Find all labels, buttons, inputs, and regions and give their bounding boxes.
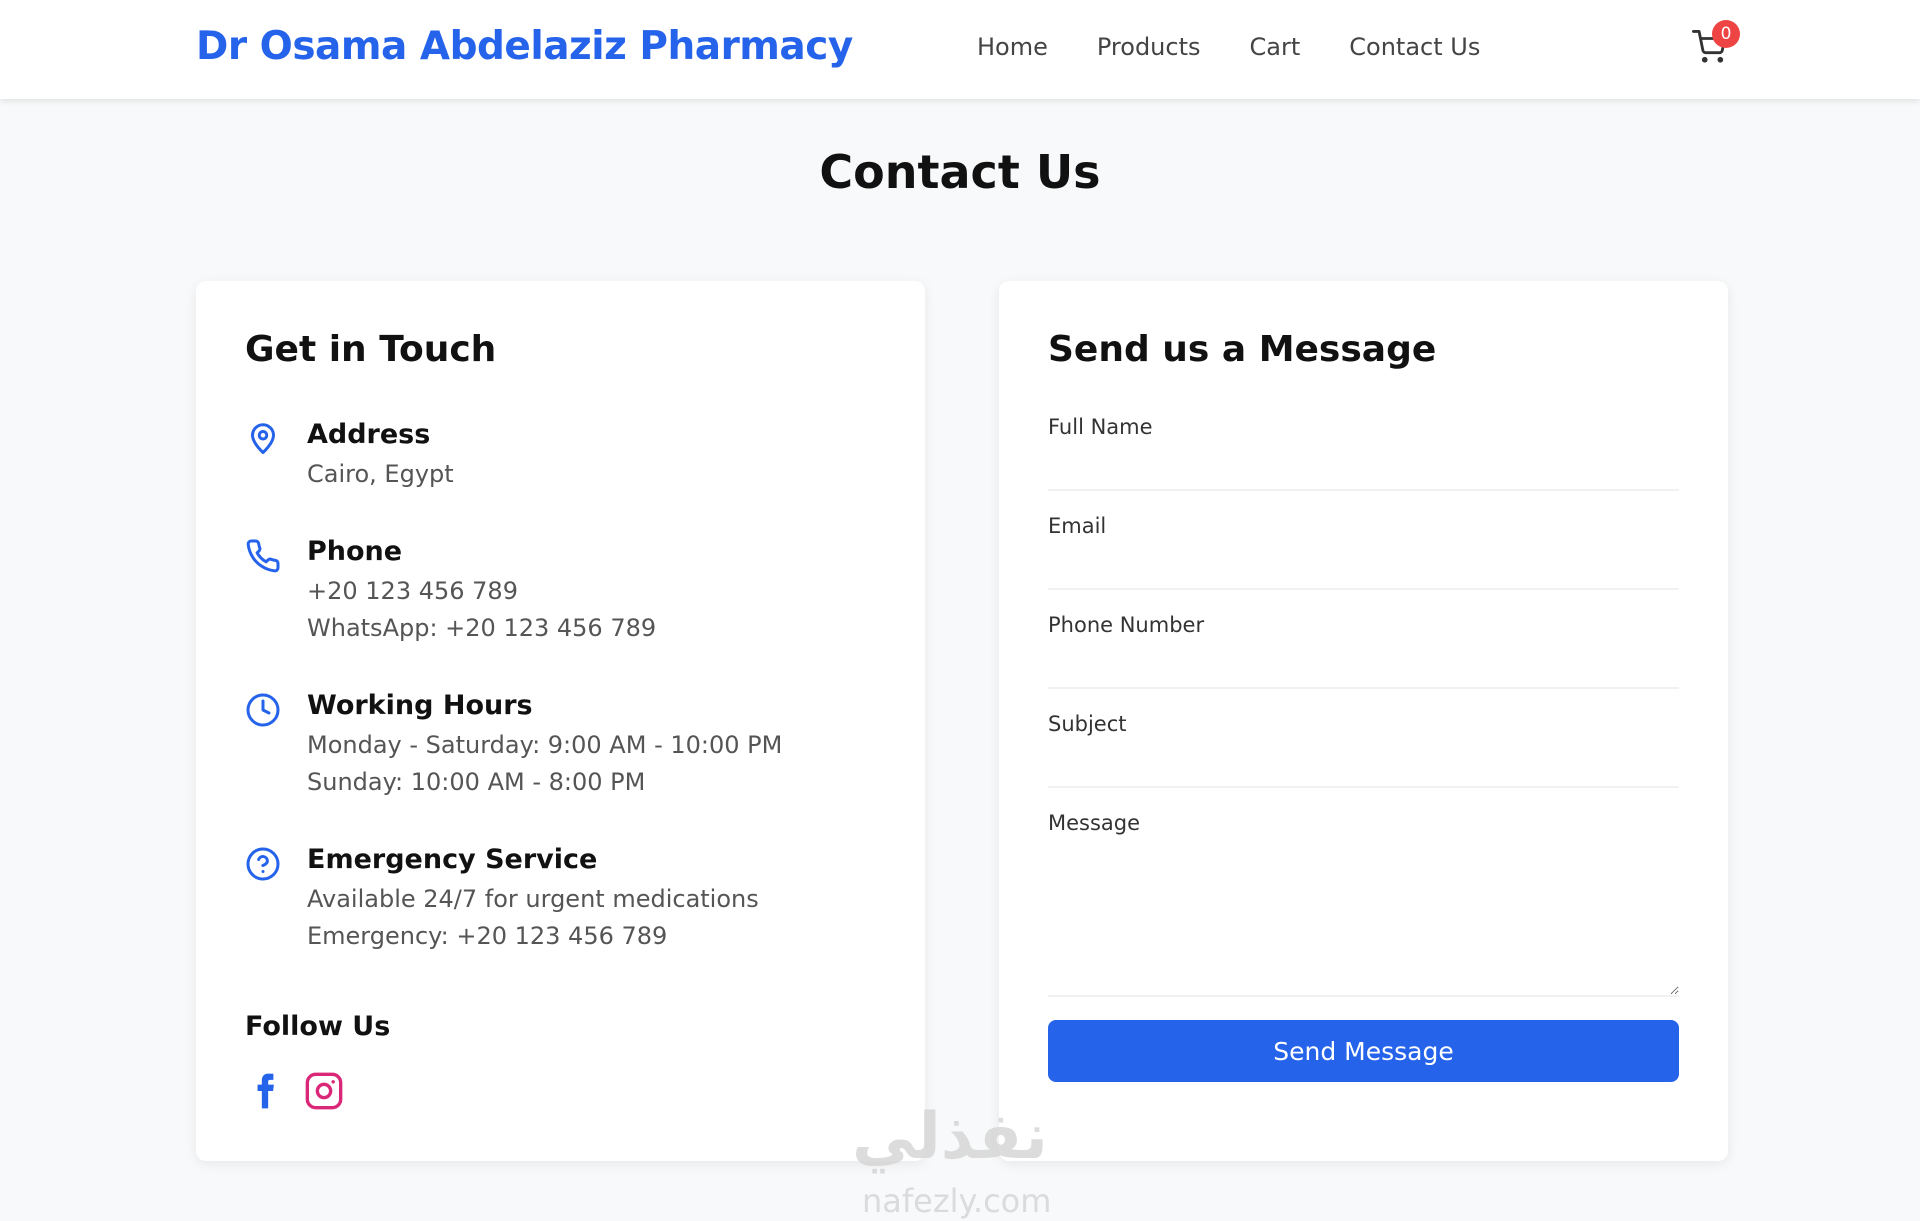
phone-line: +20 123 456 789 bbox=[307, 577, 518, 605]
phone-icon bbox=[246, 539, 280, 573]
watermark-latin: nafezly.com bbox=[862, 1182, 1052, 1220]
emergency-availability-line: Available 24/7 for urgent medications bbox=[307, 885, 759, 913]
watermark-arabic: نفذلي bbox=[852, 1100, 1048, 1174]
subject-label: Subject bbox=[1048, 712, 1127, 736]
emergency-phone-line: Emergency: +20 123 456 789 bbox=[307, 922, 668, 950]
sunday-hours-line: Sunday: 10:00 AM - 8:00 PM bbox=[307, 768, 646, 796]
map-pin-icon bbox=[251, 423, 275, 454]
message-label: Message bbox=[1048, 811, 1141, 835]
nav-contact-us[interactable]: Contact Us bbox=[1349, 33, 1480, 61]
working-hours-title: Working Hours bbox=[307, 690, 533, 721]
address-line: Cairo, Egypt bbox=[307, 460, 454, 488]
phone-title: Phone bbox=[307, 536, 403, 567]
nav-products[interactable]: Products bbox=[1097, 33, 1201, 61]
form-title: Send us a Message bbox=[1048, 329, 1437, 370]
phone-number-label: Phone Number bbox=[1048, 613, 1205, 637]
help-circle-icon bbox=[246, 847, 280, 881]
weekday-hours-line: Monday - Saturday: 9:00 AM - 10:00 PM bbox=[307, 731, 783, 759]
cart-count-badge: 0 bbox=[1712, 20, 1740, 48]
instagram-icon[interactable] bbox=[304, 1071, 344, 1111]
send-message-button[interactable]: Send Message bbox=[1048, 1020, 1679, 1082]
full-name-label: Full Name bbox=[1048, 415, 1153, 439]
email-input[interactable] bbox=[1048, 550, 1679, 590]
emergency-title: Emergency Service bbox=[307, 844, 598, 875]
brand-logo-link[interactable]: Dr Osama Abdelaziz Pharmacy bbox=[196, 24, 853, 69]
contact-info-card: Get in Touch Address Cairo, Egypt Phone … bbox=[196, 281, 925, 1161]
address-title: Address bbox=[307, 419, 431, 450]
clock-icon bbox=[246, 693, 280, 727]
facebook-icon[interactable] bbox=[246, 1071, 286, 1111]
phone-number-input[interactable] bbox=[1048, 649, 1679, 689]
message-form-card: Send us a Message Full Name Email Phone … bbox=[999, 281, 1728, 1161]
top-navbar: Dr Osama Abdelaziz Pharmacy Home Product… bbox=[0, 0, 1920, 99]
whatsapp-line: WhatsApp: +20 123 456 789 bbox=[307, 614, 657, 642]
follow-us-title: Follow Us bbox=[245, 1011, 391, 1042]
nav-home[interactable]: Home bbox=[977, 33, 1048, 61]
subject-input[interactable] bbox=[1048, 748, 1679, 788]
message-textarea[interactable] bbox=[1048, 847, 1679, 997]
page-title: Contact Us bbox=[819, 145, 1101, 199]
main-nav: Home Products Cart Contact Us bbox=[977, 33, 1480, 61]
email-label: Email bbox=[1048, 514, 1107, 538]
full-name-input[interactable] bbox=[1048, 451, 1679, 491]
nav-cart[interactable]: Cart bbox=[1250, 33, 1301, 61]
contact-info-title: Get in Touch bbox=[245, 329, 497, 370]
